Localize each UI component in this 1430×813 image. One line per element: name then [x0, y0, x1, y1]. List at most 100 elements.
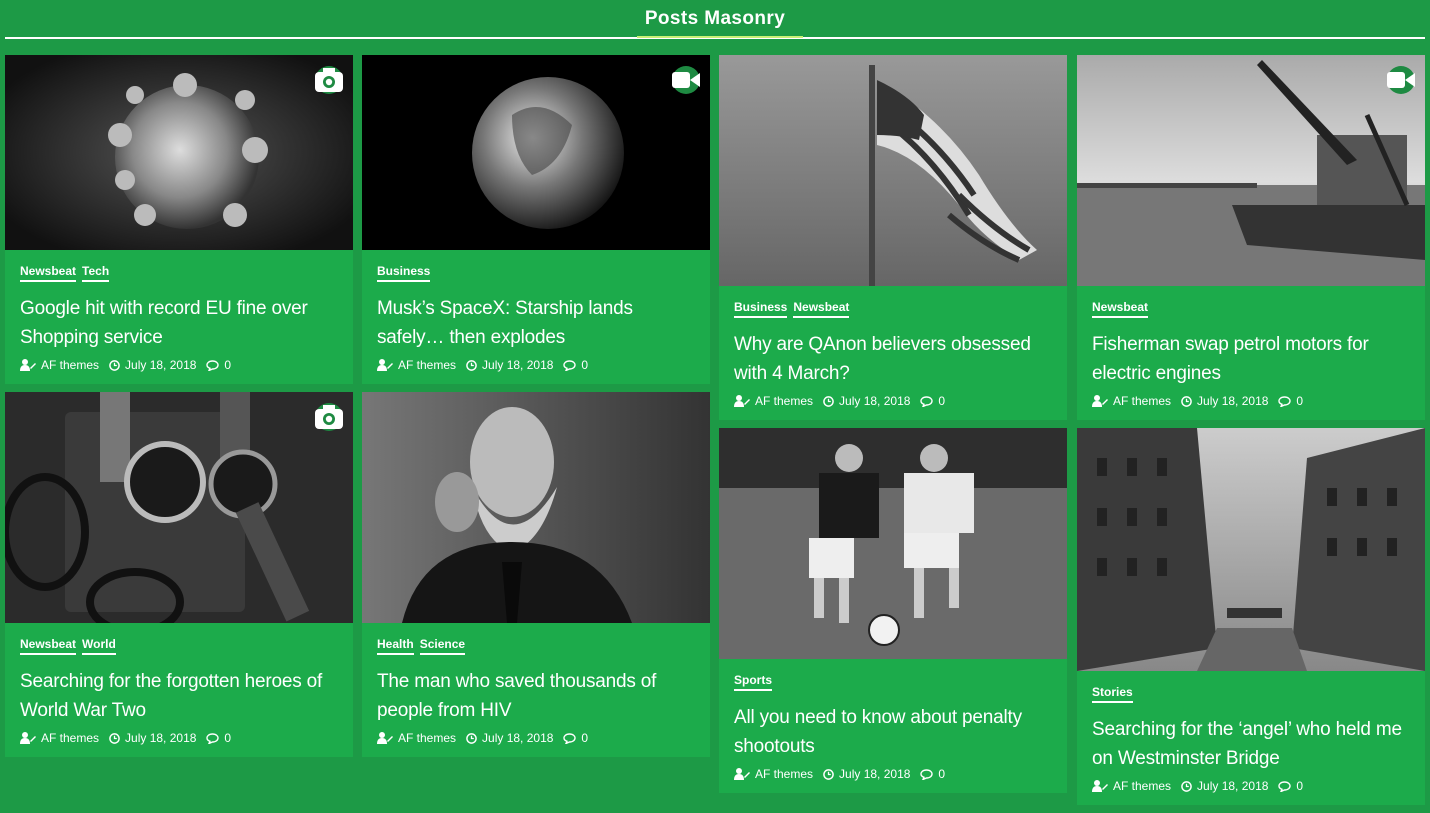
post-comments[interactable]: 0	[224, 358, 231, 372]
clock-icon	[1181, 780, 1192, 792]
post-author[interactable]: AF themes	[1113, 394, 1171, 408]
category-link[interactable]: World	[82, 637, 116, 655]
post-categories: Health Science	[377, 637, 695, 655]
post-comments[interactable]: 0	[1296, 779, 1303, 793]
post-date[interactable]: July 18, 2018	[1197, 394, 1268, 408]
soccer-image	[719, 428, 1067, 659]
post-image[interactable]	[5, 55, 353, 250]
comment-icon	[1278, 780, 1292, 792]
post-author[interactable]: AF themes	[1113, 779, 1171, 793]
clock-icon	[109, 359, 120, 371]
category-link[interactable]: Science	[419, 637, 466, 655]
post-categories: Newsbeat Tech	[20, 264, 338, 282]
category-link[interactable]: Sports	[734, 673, 773, 691]
post-image[interactable]	[362, 392, 710, 623]
post-title[interactable]: Google hit with record EU fine over Shop…	[20, 294, 338, 352]
post-comments[interactable]: 0	[224, 731, 231, 745]
category-link[interactable]: Business	[734, 300, 788, 318]
post-meta: AF themes July 18, 2018 0	[20, 358, 338, 372]
post-date[interactable]: July 18, 2018	[839, 394, 910, 408]
post-title[interactable]: All you need to know about penalty shoot…	[734, 703, 1052, 761]
post-image[interactable]	[1077, 55, 1425, 286]
comment-icon	[920, 395, 934, 407]
post-title[interactable]: Why are QAnon believers obsessed with 4 …	[734, 330, 1052, 388]
post-categories: Sports	[734, 673, 1052, 691]
category-link[interactable]: Newsbeat	[793, 300, 850, 318]
post-image[interactable]	[362, 55, 710, 250]
post-comments[interactable]: 0	[938, 767, 945, 781]
post-author[interactable]: AF themes	[398, 731, 456, 745]
masonry-column-3: Business Newsbeat Why are QAnon believer…	[719, 55, 1067, 801]
post-author[interactable]: AF themes	[41, 731, 99, 745]
masonry-column-2: Business Musk’s SpaceX: Starship lands s…	[362, 55, 710, 765]
post-title[interactable]: The man who saved thousands of people fr…	[377, 667, 695, 725]
post-categories: Newsbeat World	[20, 637, 338, 655]
author-icon	[1092, 780, 1108, 792]
video-icon[interactable]	[672, 66, 700, 94]
earth-image	[362, 55, 710, 250]
post-image[interactable]	[5, 392, 353, 623]
clock-icon	[466, 359, 477, 371]
post-meta: AF themes July 18, 2018 0	[1092, 394, 1410, 408]
author-icon	[377, 732, 393, 744]
author-icon	[20, 732, 36, 744]
post-title[interactable]: Fisherman swap petrol motors for electri…	[1092, 330, 1410, 388]
post-comments[interactable]: 0	[1296, 394, 1303, 408]
post-body: Stories Searching for the ‘angel’ who he…	[1077, 671, 1425, 805]
flag-image	[719, 55, 1067, 286]
post-meta: AF themes July 18, 2018 0	[734, 394, 1052, 408]
category-link[interactable]: Tech	[82, 264, 110, 282]
post-body: Sports All you need to know about penalt…	[719, 659, 1067, 793]
post-body: Business Musk’s SpaceX: Starship lands s…	[362, 250, 710, 384]
post-date[interactable]: July 18, 2018	[125, 731, 196, 745]
camera-icon[interactable]	[315, 403, 343, 431]
post-categories: Newsbeat	[1092, 300, 1410, 318]
category-link[interactable]: Business	[377, 264, 431, 282]
category-link[interactable]: Newsbeat	[20, 637, 77, 655]
post-date[interactable]: July 18, 2018	[482, 731, 553, 745]
crane-boat-image	[1077, 55, 1425, 286]
author-icon	[20, 359, 36, 371]
comment-icon	[1278, 395, 1292, 407]
post-date[interactable]: July 18, 2018	[1197, 779, 1268, 793]
post-card: Newsbeat Tech Google hit with record EU …	[5, 55, 353, 384]
post-comments[interactable]: 0	[581, 358, 588, 372]
post-card: Stories Searching for the ‘angel’ who he…	[1077, 428, 1425, 805]
category-link[interactable]: Stories	[1092, 685, 1133, 703]
post-author[interactable]: AF themes	[755, 394, 813, 408]
post-image[interactable]	[719, 428, 1067, 659]
post-date[interactable]: July 18, 2018	[125, 358, 196, 372]
post-title[interactable]: Musk’s SpaceX: Starship lands safely… th…	[377, 294, 695, 352]
section-header: Posts Masonry	[5, 0, 1425, 40]
post-body: Newsbeat World Searching for the forgott…	[5, 623, 353, 757]
post-author[interactable]: AF themes	[755, 767, 813, 781]
comment-icon	[206, 359, 220, 371]
post-body: Business Newsbeat Why are QAnon believer…	[719, 286, 1067, 420]
category-link[interactable]: Health	[377, 637, 414, 655]
post-card: Business Newsbeat Why are QAnon believer…	[719, 55, 1067, 420]
masonry-column-1: Newsbeat Tech Google hit with record EU …	[5, 55, 353, 765]
post-card: Business Musk’s SpaceX: Starship lands s…	[362, 55, 710, 384]
post-image[interactable]	[1077, 428, 1425, 671]
masonry-column-4: Newsbeat Fisherman swap petrol motors fo…	[1077, 55, 1425, 813]
camera-icon[interactable]	[315, 66, 343, 94]
post-categories: Business	[377, 264, 695, 282]
post-comments[interactable]: 0	[938, 394, 945, 408]
category-link[interactable]: Newsbeat	[1092, 300, 1149, 318]
post-author[interactable]: AF themes	[41, 358, 99, 372]
post-title[interactable]: Searching for the forgotten heroes of Wo…	[20, 667, 338, 725]
post-comments[interactable]: 0	[581, 731, 588, 745]
post-categories: Business Newsbeat	[734, 300, 1052, 318]
category-link[interactable]: Newsbeat	[20, 264, 77, 282]
virus-image	[5, 55, 353, 250]
post-date[interactable]: July 18, 2018	[482, 358, 553, 372]
post-body: Health Science The man who saved thousan…	[362, 623, 710, 757]
post-image[interactable]	[719, 55, 1067, 286]
post-author[interactable]: AF themes	[398, 358, 456, 372]
video-icon[interactable]	[1387, 66, 1415, 94]
post-title[interactable]: Searching for the ‘angel’ who held me on…	[1092, 715, 1410, 773]
post-meta: AF themes July 18, 2018 0	[20, 731, 338, 745]
comment-icon	[920, 768, 934, 780]
post-date[interactable]: July 18, 2018	[839, 767, 910, 781]
author-icon	[734, 395, 750, 407]
